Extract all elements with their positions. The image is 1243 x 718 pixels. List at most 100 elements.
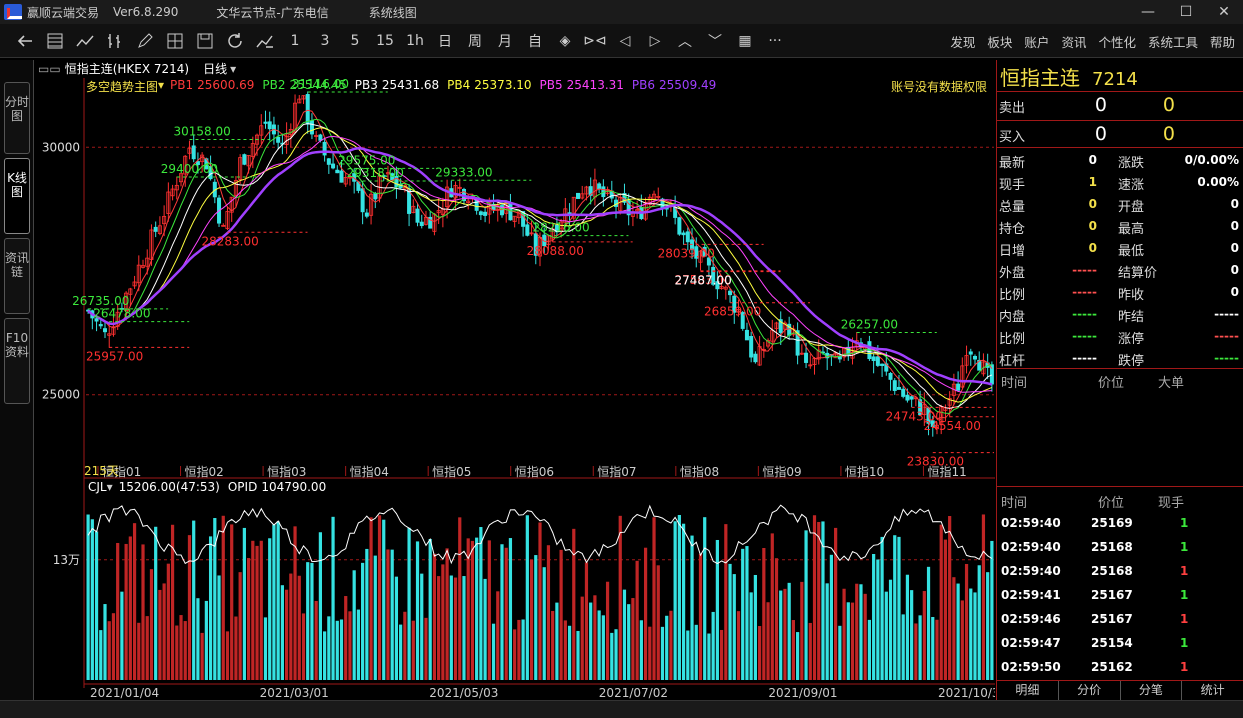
instrument-header: ▭▭ 恒指主连(HKEX 7214) 日线 ▾ — [38, 60, 995, 77]
volume-bar — [812, 515, 817, 680]
period-week-button[interactable]: 周 — [460, 26, 490, 56]
volume-bar — [855, 583, 859, 680]
period-3-button[interactable]: 3 — [310, 26, 340, 56]
volume-bar — [669, 610, 673, 680]
buy-label: 买入 — [999, 130, 1026, 145]
field-value-left: ----- — [1072, 351, 1097, 365]
minimize-icon[interactable]: — — [1129, 0, 1167, 24]
tab-detail[interactable]: 明细 — [997, 681, 1059, 700]
tab-f10[interactable]: F10资料 — [4, 318, 30, 404]
expand-icon[interactable]: ◈ — [550, 26, 580, 56]
save-icon[interactable] — [190, 26, 220, 56]
menu-account[interactable]: 账户 — [1024, 32, 1049, 51]
period-1-button[interactable]: 1 — [280, 26, 310, 56]
volume-bar — [981, 514, 986, 680]
date-label: 2021/01/04 — [90, 686, 159, 700]
big-order-size-header: 大单 — [1158, 376, 1185, 391]
tab-trades[interactable]: 分笔 — [1121, 681, 1183, 700]
menu-sectors[interactable]: 板块 — [987, 32, 1012, 51]
chevron-down-icon[interactable]: ▾ — [230, 62, 236, 76]
pen-icon[interactable] — [130, 26, 160, 56]
field-label-right: 最高 — [1118, 222, 1145, 237]
tab-news-chain[interactable]: 资讯链 — [4, 238, 30, 314]
candle-body — [267, 121, 272, 130]
volume-bar — [546, 545, 551, 680]
draw-icon[interactable] — [250, 26, 280, 56]
field-value-left: ----- — [1072, 329, 1097, 343]
right-arrow-icon[interactable]: ▷ — [640, 26, 670, 56]
field-value-right: ----- — [1214, 351, 1239, 365]
tick-price: 25168 — [1091, 540, 1133, 554]
volume-bar — [496, 591, 500, 680]
period-month-button[interactable]: 月 — [490, 26, 520, 56]
layout-icon[interactable]: ▦ — [730, 26, 760, 56]
volume-bar — [719, 629, 724, 680]
date-label: 2021/07/02 — [599, 686, 668, 700]
volume-bar — [863, 593, 867, 680]
pb1-name: PB1 — [170, 78, 194, 92]
left-arrow-icon[interactable]: ◁ — [610, 26, 640, 56]
volume-bar — [964, 563, 969, 680]
buy-price: 0 — [1094, 123, 1107, 145]
period-5-button[interactable]: 5 — [340, 26, 370, 56]
collapse-icon[interactable]: ▭▭ — [38, 62, 61, 76]
tab-news-chain-label: 资讯链 — [5, 251, 30, 279]
volume-bar — [584, 562, 589, 680]
refresh-icon[interactable] — [220, 26, 250, 56]
menu-system-tools[interactable]: 系统工具 — [1148, 32, 1198, 51]
volume-bar — [230, 524, 234, 680]
period-15-button[interactable]: 15 — [370, 26, 400, 56]
tick-time: 02:59:40 — [1001, 564, 1061, 578]
main-indicator-name[interactable]: 多空趋势主图 — [86, 78, 158, 95]
menu-discover[interactable]: 发现 — [950, 32, 975, 51]
volume-bar — [690, 535, 694, 680]
close-icon[interactable]: ✕ — [1205, 0, 1243, 24]
table-icon[interactable] — [40, 26, 70, 56]
period-day-button[interactable]: 日 — [430, 26, 460, 56]
volume-bar — [149, 569, 154, 680]
tab-intraday[interactable]: 分时图 — [4, 82, 30, 154]
volume-indicator-name[interactable]: CJL — [88, 480, 107, 494]
volume-bar — [990, 540, 994, 680]
bar-chart-icon[interactable] — [100, 26, 130, 56]
high-mark-label: 28216.00 — [532, 221, 589, 235]
menu-help[interactable]: 帮助 — [1210, 32, 1235, 51]
period-select[interactable]: 日线 — [203, 60, 227, 77]
volume-bar — [335, 620, 339, 680]
tab-kline[interactable]: K线图 — [4, 158, 30, 234]
month-label: 恒指02 — [185, 464, 224, 479]
candle-body — [905, 394, 910, 401]
period-1h-button[interactable]: 1h — [400, 26, 430, 56]
line-chart-icon[interactable] — [70, 26, 100, 56]
chevron-down-icon[interactable]: ▾ — [107, 480, 113, 494]
chevron-down-icon[interactable]: ▾ — [158, 78, 164, 95]
month-label: 恒指04 — [350, 464, 389, 479]
volume-bar — [187, 535, 192, 680]
volume-bar — [124, 543, 128, 680]
volume-bar — [880, 536, 884, 680]
server-label: 文华云节点-广东电信 — [216, 5, 329, 20]
chart-area[interactable]: 30000 25000 13万 2021/01/04 2021/03/01 2021/05… — [34, 60, 995, 700]
field-label-left: 杠杆 — [999, 354, 1026, 369]
period-custom-button[interactable]: 自 — [520, 26, 550, 56]
pb2-value: 25544.45 — [289, 78, 347, 92]
shrink-icon[interactable]: ⊳⊲ — [580, 26, 610, 56]
down-chevron-icon[interactable]: ﹀ — [700, 26, 730, 56]
volume-bar — [242, 527, 246, 680]
tab-price-dist[interactable]: 分价 — [1059, 681, 1121, 700]
back-arrow-icon[interactable] — [10, 26, 40, 56]
volume-bar — [829, 554, 834, 680]
volume-bar — [703, 517, 707, 680]
grid-icon[interactable] — [160, 26, 190, 56]
maximize-icon[interactable]: ☐ — [1167, 0, 1205, 24]
more-icon[interactable]: ··· — [760, 26, 790, 56]
tab-stats[interactable]: 统计 — [1182, 681, 1243, 700]
volume-bar — [977, 565, 981, 680]
menu-personalize[interactable]: 个性化 — [1098, 32, 1136, 51]
up-chevron-icon[interactable]: ︿ — [670, 26, 700, 56]
menu-news[interactable]: 资讯 — [1061, 32, 1086, 51]
chart-canvas[interactable]: 30000 25000 13万 2021/01/04 2021/03/01 2021/05… — [34, 60, 995, 700]
field-label-right: 涨停 — [1118, 332, 1145, 347]
volume-bar — [960, 600, 964, 680]
indicator-legend: 多空趋势主图 ▾ PB1 25600.69 PB2 25544.45 PB3 2543… — [86, 78, 716, 95]
